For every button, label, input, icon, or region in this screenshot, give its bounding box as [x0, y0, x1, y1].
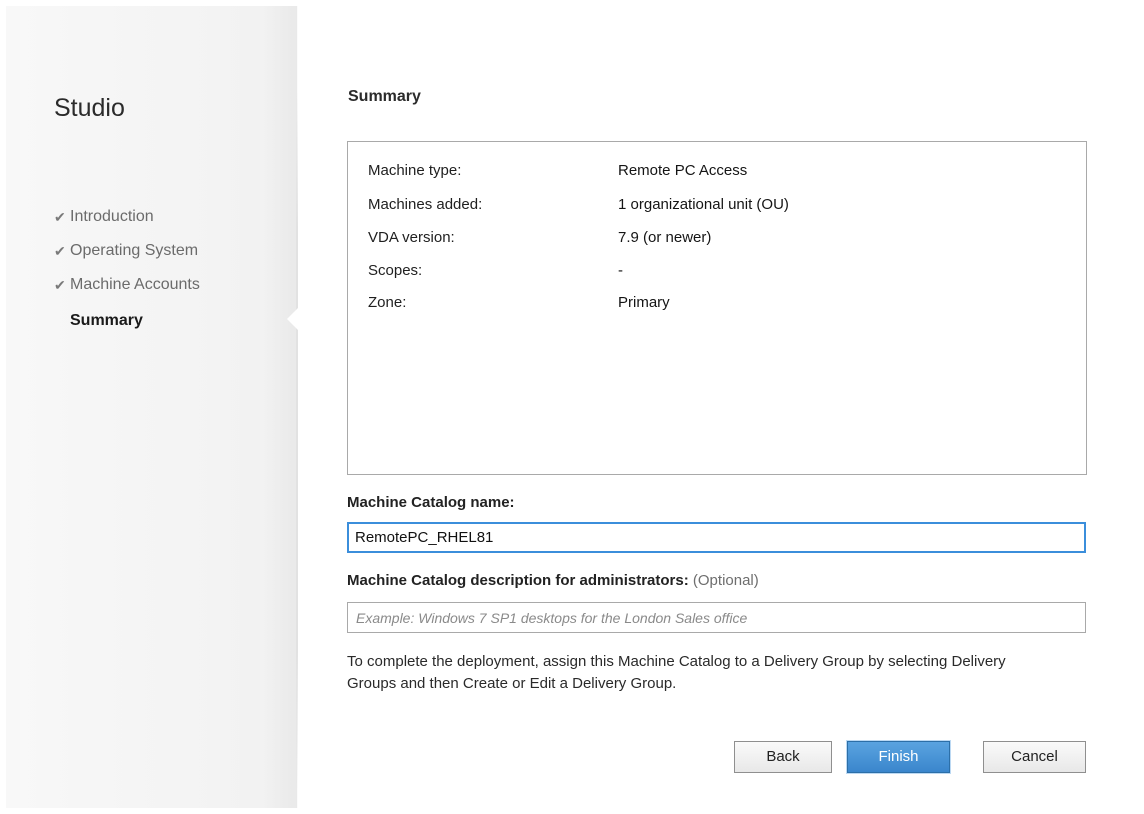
page-title: Summary — [348, 88, 421, 105]
catalog-description-label: Machine Catalog description for administ… — [347, 572, 759, 589]
step-machine-accounts: ✔ Machine Accounts — [54, 268, 200, 302]
step-summary: Summary — [54, 304, 200, 338]
step-label: Summary — [70, 312, 143, 329]
summary-key: Scopes: — [368, 262, 423, 279]
summary-value: Remote PC Access — [618, 162, 748, 179]
finish-button[interactable]: Finish — [847, 741, 950, 773]
summary-key: Machines added: — [368, 196, 483, 213]
summary-key: Zone: — [368, 294, 407, 311]
summary-key: VDA version: — [368, 229, 455, 246]
app-title: Studio — [54, 94, 125, 122]
step-operating-system: ✔ Operating System — [54, 234, 200, 268]
optional-hint: (Optional) — [692, 572, 759, 589]
deployment-info-text: To complete the deployment, assign this … — [347, 653, 1006, 692]
wizard-steps: ✔ Introduction ✔ Operating System ✔ Mach… — [54, 200, 200, 338]
summary-box — [347, 141, 1087, 475]
step-label: Machine Accounts — [70, 276, 200, 293]
step-label: Introduction — [70, 208, 154, 225]
catalog-description-input[interactable] — [347, 602, 1086, 633]
check-icon: ✔ — [54, 209, 66, 225]
summary-value: - — [618, 262, 623, 279]
step-introduction: ✔ Introduction — [54, 200, 200, 234]
step-label: Operating System — [70, 242, 199, 259]
check-icon: ✔ — [54, 243, 66, 259]
check-icon: ✔ — [54, 277, 66, 293]
back-button[interactable]: Back — [734, 741, 832, 773]
cancel-button[interactable]: Cancel — [983, 741, 1086, 773]
summary-value: Primary — [618, 294, 670, 311]
summary-key: Machine type: — [368, 162, 462, 179]
summary-value: 7.9 (or newer) — [618, 229, 712, 246]
current-step-pointer — [287, 308, 298, 330]
catalog-description-label-text: Machine Catalog description for administ… — [347, 572, 689, 589]
summary-value: 1 organizational unit (OU) — [618, 196, 789, 213]
sidebar — [6, 6, 297, 808]
catalog-name-input[interactable] — [347, 522, 1086, 553]
catalog-name-label: Machine Catalog name: — [347, 494, 515, 511]
